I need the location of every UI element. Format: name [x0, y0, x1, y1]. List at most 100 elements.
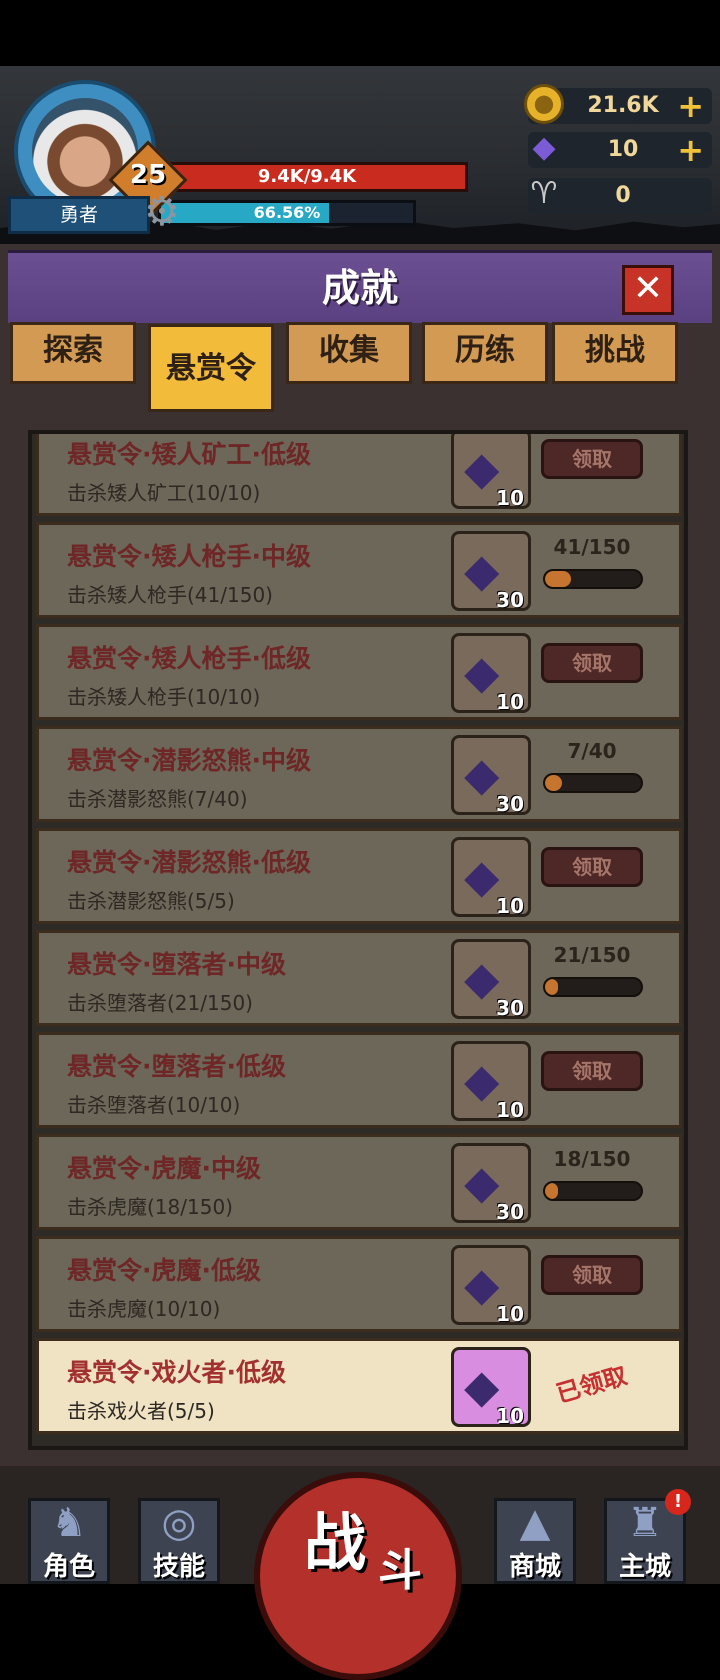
nav-main-city-label: 主城 [618, 1552, 671, 1582]
close-button[interactable]: ✕ [622, 265, 674, 315]
xp-bar: 66.56% [158, 200, 416, 226]
reward-count: 10 [496, 894, 524, 918]
gem-value: 10 [607, 137, 639, 162]
bounty-row: 悬赏令·潜影怒熊·低级 击杀潜影怒熊(5/5) ◆ 10 领取 [36, 828, 682, 924]
level-value: 25 [129, 160, 167, 190]
bottom-nav: ♞ 角色 ◎ 技能 战 斗 ▲ 商城 ♜ 主城 ! [0, 1466, 720, 1680]
bounty-title: 悬赏令·潜影怒熊·低级 [67, 848, 311, 877]
tab-explore[interactable]: 探索 [10, 322, 136, 384]
reward-count: 10 [496, 1098, 524, 1122]
tab-training[interactable]: 历练 [422, 322, 548, 384]
bounty-description: 击杀潜影怒熊(7/40) [67, 787, 248, 811]
horn-value: 0 [615, 183, 631, 208]
bounty-description: 击杀虎魔(18/150) [67, 1195, 233, 1219]
ram-skull-icon: ♈ [530, 176, 558, 211]
bounty-title: 悬赏令·虎魔·中级 [67, 1154, 261, 1183]
reward-item[interactable]: ◆ 10 [451, 1041, 531, 1122]
reward-item[interactable]: ◆ 10 [451, 1245, 531, 1326]
purple-crystal-icon: ◆ [464, 849, 500, 903]
reward-count: 10 [496, 486, 524, 510]
purple-crystal-icon: ◆ [464, 747, 500, 801]
battle-button[interactable]: 战 斗 [254, 1472, 462, 1680]
bounty-row: 悬赏令·戏火者·低级 击杀戏火者(5/5) ◆ 10 已领取 [36, 1338, 682, 1434]
progress-text: 18/150 [553, 1147, 631, 1171]
bounty-description: 击杀矮人矿工(10/10) [67, 481, 261, 505]
coin-value: 21.6K [587, 93, 659, 118]
reward-item[interactable]: ◆ 10 [451, 837, 531, 918]
reward-item[interactable]: ◆ 30 [451, 939, 531, 1020]
bounty-description: 击杀矮人枪手(10/10) [67, 685, 261, 709]
bounty-title: 悬赏令·潜影怒熊·中级 [67, 746, 311, 775]
reward-count: 30 [496, 792, 524, 816]
alert-badge: ! [665, 1489, 691, 1515]
bounty-title: 悬赏令·堕落者·低级 [67, 1052, 286, 1081]
progress-bar-fill [545, 979, 559, 995]
bounty-rows: 悬赏令·矮人矿工·低级 击杀矮人矿工(10/10) ◆ 10 领取 悬赏令·矮人枪手·中级… [36, 434, 682, 1440]
claim-button[interactable]: 领取 [541, 439, 643, 479]
reward-item[interactable]: ◆ 30 [451, 1143, 531, 1224]
purple-crystal-icon: ◆ [464, 1359, 500, 1413]
bounty-title: 悬赏令·虎魔·低级 [67, 1256, 261, 1285]
claim-button[interactable]: 领取 [541, 1051, 643, 1091]
reward-count: 10 [496, 1404, 524, 1428]
gear-icon[interactable]: ⚙ [144, 192, 180, 232]
progress-bar [543, 977, 643, 997]
bounty-row: 悬赏令·堕落者·中级击杀堕落者(21/150) ◆ 30 21/150 [36, 930, 682, 1026]
bounty-title: 悬赏令·矮人枪手·中级 [67, 542, 311, 571]
purple-crystal-icon: ◆ [464, 1155, 500, 1209]
bounty-description: 击杀虎魔(10/10) [67, 1297, 221, 1321]
reward-count: 30 [496, 996, 524, 1020]
reward-item[interactable]: ◆ 10 [451, 1347, 531, 1428]
purple-crystal-icon: ◆ [464, 543, 500, 597]
reward-item[interactable]: ◆ 30 [451, 531, 531, 612]
nav-character[interactable]: ♞ 角色 [28, 1498, 110, 1584]
tab-challenge[interactable]: 挑战 [552, 322, 678, 384]
xp-percent: 66.56% [253, 203, 321, 222]
nav-shop-label: 商城 [508, 1552, 561, 1582]
reward-item[interactable]: ◆ 30 [451, 735, 531, 816]
tab-bounty[interactable]: 悬赏令 [148, 324, 274, 412]
purple-crystal-icon: ◆ [464, 1053, 500, 1107]
tab-collect[interactable]: 收集 [286, 322, 412, 384]
nav-main-city[interactable]: ♜ 主城 ! [604, 1489, 691, 1584]
bounty-description: 击杀堕落者(21/150) [67, 991, 253, 1015]
bounty-list[interactable]: 悬赏令·矮人矿工·低级 击杀矮人矿工(10/10) ◆ 10 领取 悬赏令·矮人枪手·中级… [28, 430, 688, 1450]
reward-count: 10 [496, 1302, 524, 1326]
progress-text: 7/40 [567, 739, 617, 763]
bounty-title: 悬赏令·矮人枪手·低级 [67, 644, 311, 673]
panel-header: 成就 ✕ [8, 250, 712, 323]
battle-label-1: 战 [304, 1506, 367, 1579]
horn-counter: ♈ 0 [528, 176, 712, 214]
swirl-icon: ◎ [161, 1500, 197, 1546]
progress-bar-fill [545, 775, 562, 791]
claim-button[interactable]: 领取 [541, 1255, 643, 1295]
claim-button[interactable]: 领取 [541, 643, 643, 683]
coin-icon: ● [524, 84, 564, 124]
progress-bar [543, 773, 643, 793]
purple-crystal-icon: ◆ [464, 645, 500, 699]
battle-label-2: 斗 [378, 1545, 422, 1596]
hp-bar: 9.4K/9.4K [146, 162, 468, 192]
bounty-row: 悬赏令·堕落者·低级 击杀堕落者(10/10) ◆ 10 领取 [36, 1032, 682, 1128]
claim-button[interactable]: 领取 [541, 847, 643, 887]
panel-title: 成就 [321, 266, 398, 310]
progress-bar [543, 569, 643, 589]
nav-character-label: 角色 [42, 1552, 95, 1582]
bounty-row: 悬赏令·矮人枪手·低级击杀矮人枪手(10/10) ◆ 10 领取 [36, 624, 682, 720]
reward-item[interactable]: ◆ 10 [451, 633, 531, 714]
progress-bar-fill [545, 571, 572, 587]
purple-crystal-icon: ◆ [464, 441, 500, 495]
helmet-icon: ♞ [51, 1500, 87, 1546]
nav-skills-label: 技能 [152, 1552, 205, 1582]
progress-text: 21/150 [553, 943, 631, 967]
add-gems-button[interactable]: + [677, 132, 704, 168]
bounty-row: 悬赏令·矮人矿工·低级 击杀矮人矿工(10/10) ◆ 10 领取 [36, 434, 682, 516]
claimed-stamp: 已领取 [553, 1361, 631, 1409]
coin-counter: ● 21.6K + [524, 84, 712, 124]
add-coins-button[interactable]: + [677, 88, 704, 124]
nav-skills[interactable]: ◎ 技能 [138, 1498, 220, 1584]
bounty-title: 悬赏令·堕落者·中级 [67, 950, 286, 979]
nav-shop[interactable]: ▲ 商城 [494, 1498, 576, 1584]
reward-item[interactable]: ◆ 10 [451, 434, 531, 510]
player-name: 勇者 [8, 196, 150, 234]
